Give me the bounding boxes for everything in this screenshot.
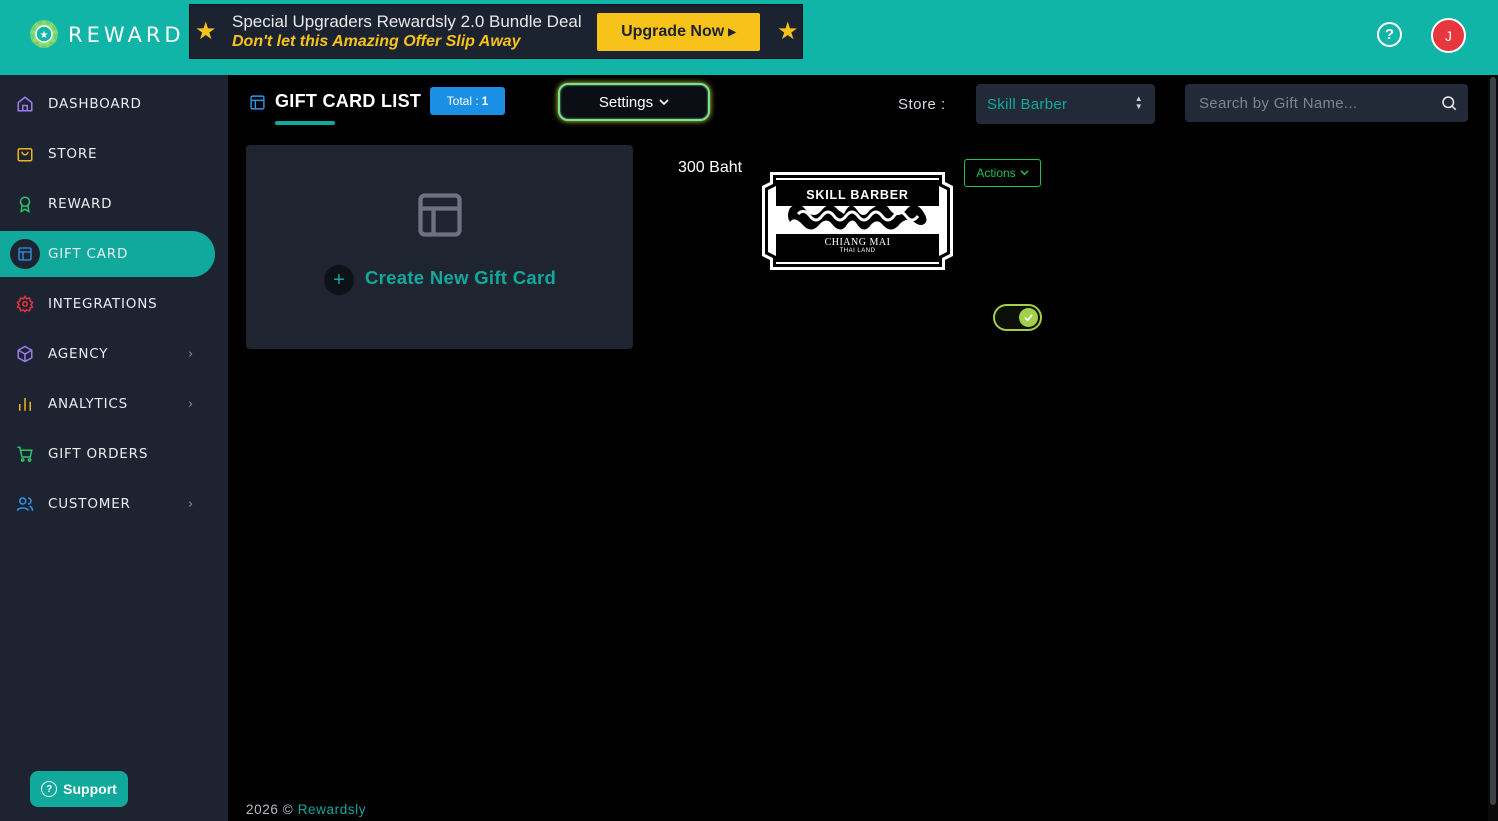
- sidebar-item-store[interactable]: STORE: [0, 131, 215, 177]
- award-badge-icon: ★: [28, 18, 60, 52]
- gift-card-name: 300 Baht: [678, 159, 743, 176]
- create-gift-card-tile[interactable]: + Create New Gift Card: [246, 145, 633, 349]
- chevron-right-icon: ›: [188, 346, 194, 362]
- cube-icon: [15, 344, 35, 364]
- layout-icon: [249, 94, 266, 115]
- total-badge: Total :1: [430, 87, 505, 115]
- support-label: Support: [63, 781, 117, 797]
- sidebar-item-label: STORE: [48, 146, 98, 162]
- search-input[interactable]: [1185, 84, 1425, 122]
- upgrade-now-button[interactable]: Upgrade Now ▶: [597, 13, 760, 51]
- settings-dropdown-button[interactable]: Settings: [558, 83, 710, 121]
- layout-icon: [414, 189, 466, 245]
- help-button[interactable]: ?: [1377, 22, 1402, 47]
- award-icon: [15, 194, 35, 214]
- plus-icon: +: [324, 265, 354, 295]
- sidebar-item-label: DASHBOARD: [48, 96, 142, 112]
- brand-name: REWARD: [68, 23, 185, 47]
- sidebar-item-label: GIFT ORDERS: [48, 446, 149, 462]
- upgrade-now-label: Upgrade Now: [621, 23, 725, 40]
- caret-right-icon: ▶: [728, 26, 736, 38]
- sidebar-item-customer[interactable]: CUSTOMER ›: [0, 481, 215, 527]
- promo-text: Special Upgraders Rewardsly 2.0 Bundle D…: [232, 12, 582, 51]
- page-title: GIFT CARD LIST: [275, 91, 422, 111]
- sidebar-item-analytics[interactable]: ANALYTICS ›: [0, 381, 215, 427]
- store-select-value: Skill Barber: [987, 95, 1068, 113]
- top-header: ★ REWARD ★ Special Upgraders Rewardsly 2…: [0, 0, 1498, 75]
- star-icon: ★: [777, 17, 799, 45]
- chevron-right-icon: ›: [188, 396, 194, 412]
- sidebar-item-label: CUSTOMER: [48, 496, 131, 512]
- sidebar-item-label: INTEGRATIONS: [48, 296, 158, 312]
- actions-label: Actions: [976, 166, 1016, 180]
- sidebar-item-label: AGENCY: [48, 346, 109, 362]
- sidebar-item-label: REWARD: [48, 196, 113, 212]
- sidebar: DASHBOARD STORE REWARD GIFT CARD INTEGRA…: [0, 75, 228, 821]
- create-gift-card-label: Create New Gift Card: [365, 267, 557, 288]
- chevron-down-icon: [659, 94, 669, 111]
- question-circle-icon: ?: [1384, 26, 1395, 43]
- total-label: Total :: [446, 94, 479, 108]
- title-underline: [275, 121, 335, 125]
- star-icon: ★: [195, 17, 217, 45]
- promo-banner[interactable]: ★ Special Upgraders Rewardsly 2.0 Bundle…: [189, 4, 803, 59]
- footer-copyright: 2026 ©: [246, 802, 294, 817]
- sidebar-item-gift-orders[interactable]: GIFT ORDERS: [0, 431, 215, 477]
- svg-text:★: ★: [40, 30, 49, 41]
- brand-logo[interactable]: ★ REWARD: [28, 18, 185, 52]
- sidebar-item-integrations[interactable]: INTEGRATIONS: [0, 281, 215, 327]
- gift-logo-title: SKILL BARBER: [806, 188, 909, 202]
- promo-headline: Special Upgraders Rewardsly 2.0 Bundle D…: [232, 12, 582, 31]
- check-icon: [1019, 308, 1038, 327]
- users-icon: [15, 494, 35, 514]
- footer: 2026 © Rewardsly: [246, 802, 366, 817]
- settings-label: Settings: [598, 93, 654, 111]
- sidebar-item-label: ANALYTICS: [48, 396, 128, 412]
- actions-dropdown-button[interactable]: Actions: [964, 159, 1041, 187]
- cart-icon: [15, 444, 35, 464]
- page-scrollbar[interactable]: [1488, 75, 1498, 821]
- search-box: [1185, 84, 1468, 122]
- gift-card-status-toggle[interactable]: [993, 304, 1042, 331]
- promo-subline: Don't let this Amazing Offer Slip Away: [232, 33, 521, 50]
- scrollbar-thumb[interactable]: [1490, 77, 1496, 805]
- layout-icon: [10, 239, 40, 269]
- search-icon[interactable]: [1440, 94, 1458, 116]
- sidebar-item-agency[interactable]: AGENCY ›: [0, 331, 215, 377]
- user-avatar[interactable]: J: [1431, 18, 1466, 53]
- home-icon: [15, 94, 35, 114]
- sidebar-item-reward[interactable]: REWARD: [0, 181, 215, 227]
- sidebar-item-gift-card[interactable]: GIFT CARD: [0, 231, 215, 277]
- avatar-initial: J: [1445, 27, 1452, 44]
- chevron-down-icon: [1020, 166, 1029, 180]
- gift-logo-country: THAI LAND: [839, 248, 876, 254]
- sort-arrows-icon: ▲ ▼: [1134, 94, 1143, 111]
- sidebar-item-label: GIFT CARD: [48, 246, 129, 262]
- sidebar-item-dashboard[interactable]: DASHBOARD: [0, 81, 215, 127]
- store-label: Store :: [898, 96, 946, 113]
- chevron-right-icon: ›: [188, 496, 194, 512]
- footer-brand-link[interactable]: Rewardsly: [298, 802, 366, 817]
- support-button[interactable]: ? Support: [30, 771, 128, 807]
- total-count: 1: [481, 94, 489, 108]
- gift-card-image[interactable]: SKILL BARBER CHIANG MAI THAI LAND: [760, 170, 955, 276]
- gear-icon: [15, 294, 35, 314]
- question-circle-icon: ?: [41, 781, 58, 797]
- bar-chart-icon: [15, 394, 35, 414]
- store-select[interactable]: Skill Barber ▲ ▼: [976, 84, 1155, 124]
- gift-logo-city: CHIANG MAI: [824, 237, 891, 248]
- bag-icon: [15, 144, 35, 164]
